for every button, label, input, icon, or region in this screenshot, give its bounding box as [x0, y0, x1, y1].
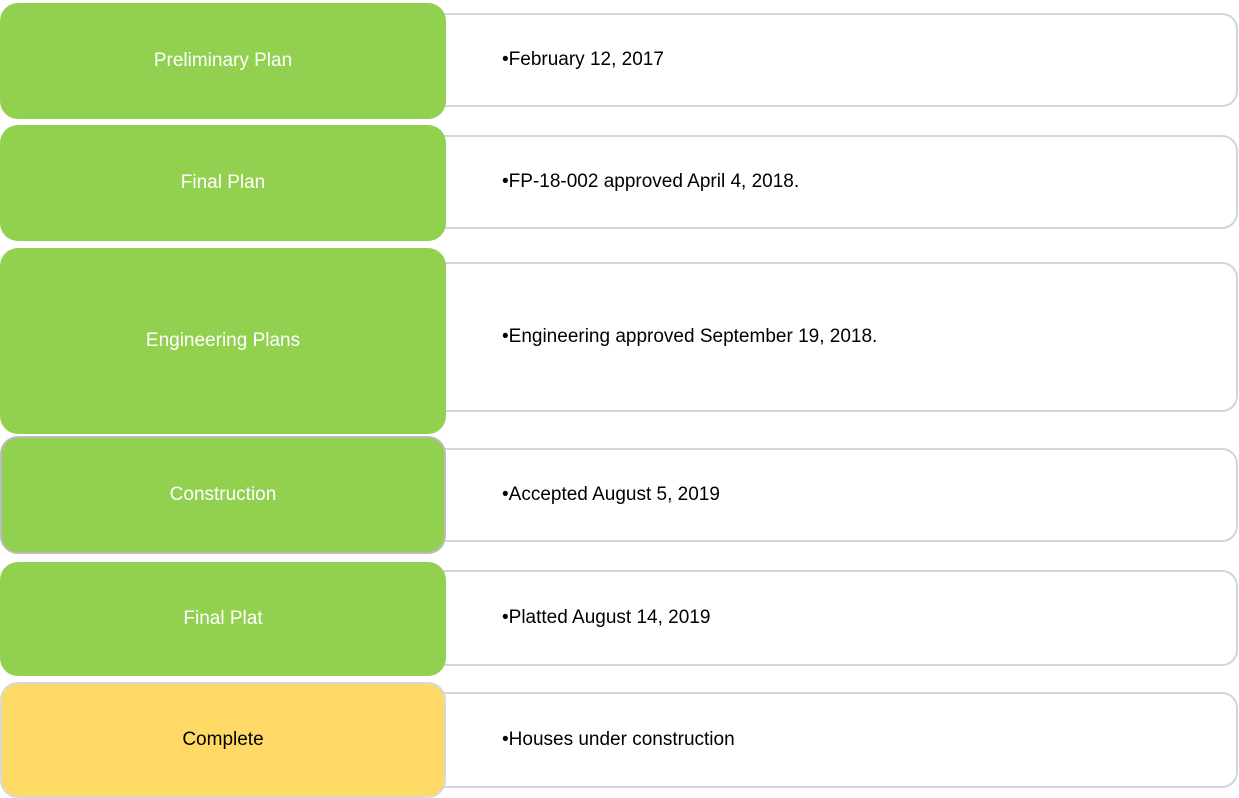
stage-detail-text: •FP-18-002 approved April 4, 2018.	[502, 171, 800, 192]
stage-label: Final Plan	[180, 172, 266, 193]
stage-label: Preliminary Plan	[153, 50, 293, 71]
stage-label-box: Construction	[0, 436, 446, 554]
stage-row-preliminary-plan: •February 12, 2017 Preliminary Plan	[0, 0, 1239, 120]
stage-label-box: Complete	[0, 682, 446, 798]
stage-row-final-plat: •Platted August 14, 2019 Final Plat	[0, 556, 1239, 680]
stage-detail-text: •Accepted August 5, 2019	[502, 484, 720, 505]
stage-row-complete: •Houses under construction Complete	[0, 680, 1239, 798]
stage-detail-box: •Houses under construction	[420, 692, 1238, 788]
stage-detail-box: •Platted August 14, 2019	[420, 570, 1238, 666]
stage-label: Construction	[169, 484, 277, 505]
stage-row-construction: •Accepted August 5, 2019 Construction	[0, 434, 1239, 556]
stage-detail-text: •Houses under construction	[502, 729, 735, 750]
stage-detail-box: •Engineering approved September 19, 2018…	[420, 262, 1238, 412]
stage-row-engineering-plans: •Engineering approved September 19, 2018…	[0, 244, 1239, 434]
stage-label: Complete	[182, 729, 264, 750]
stage-label: Engineering Plans	[145, 330, 301, 351]
stage-detail-box: •FP-18-002 approved April 4, 2018.	[420, 135, 1238, 229]
stage-detail-box: •February 12, 2017	[420, 13, 1238, 107]
stage-label: Final Plat	[183, 608, 263, 629]
stage-detail-box: •Accepted August 5, 2019	[420, 448, 1238, 542]
stage-detail-text: •Engineering approved September 19, 2018…	[502, 326, 878, 347]
stage-detail-text: •Platted August 14, 2019	[502, 607, 711, 628]
stage-label-box: Preliminary Plan	[0, 3, 446, 119]
stage-label-box: Final Plat	[0, 562, 446, 676]
stage-label-box: Final Plan	[0, 125, 446, 241]
stage-label-box: Engineering Plans	[0, 248, 446, 434]
stage-row-final-plan: •FP-18-002 approved April 4, 2018. Final…	[0, 120, 1239, 244]
stage-detail-text: •February 12, 2017	[502, 49, 664, 70]
